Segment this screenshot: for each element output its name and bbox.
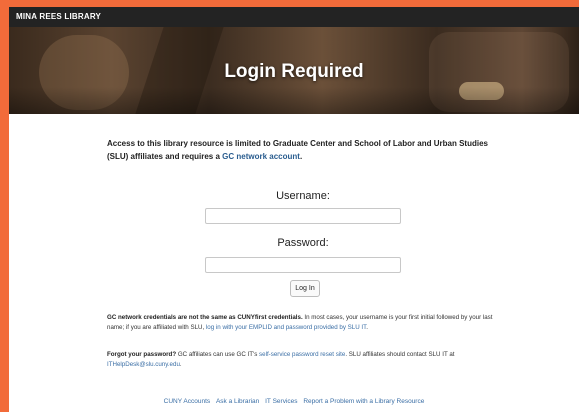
password-reset-link[interactable]: self-service password reset site xyxy=(259,351,345,358)
footer-link-it-services[interactable]: IT Services xyxy=(265,398,297,405)
footer-link-cuny-accounts[interactable]: CUNY Accounts xyxy=(164,398,210,405)
credentials-note-end: . xyxy=(366,323,368,331)
forgot-password-bold: Forgot your password? xyxy=(107,351,177,358)
slu-emplid-link[interactable]: log in with your EMPLID and password pro… xyxy=(206,324,366,331)
login-button[interactable]: Log In xyxy=(290,280,320,297)
access-intro: Access to this library resource is limit… xyxy=(107,137,507,163)
forgot-end: . xyxy=(179,360,182,368)
password-input[interactable] xyxy=(205,257,401,273)
library-brand[interactable]: MINA REES LIBRARY xyxy=(9,7,579,27)
gc-network-account-link[interactable]: GC network account xyxy=(222,152,300,161)
hero-banner: Login Required xyxy=(9,27,579,114)
forgot-text-2: . SLU affiliates should contact SLU IT a… xyxy=(345,351,455,358)
password-label: Password: xyxy=(277,237,329,249)
footer-link-ask-librarian[interactable]: Ask a Librarian xyxy=(216,398,259,405)
forgot-text-1: GC affiliates can use GC IT's xyxy=(176,351,260,358)
page-title: Login Required xyxy=(224,61,364,82)
forgot-password-note: Forgot your password? GC affiliates can … xyxy=(107,350,507,369)
page: MINA REES LIBRARY Login Required Access … xyxy=(9,7,579,412)
username-label: Username: xyxy=(276,190,330,202)
credentials-note: GC network credentials are not the same … xyxy=(107,313,507,332)
slu-helpdesk-email-link[interactable]: ITHelpDesk@slu.cuny.edu xyxy=(107,361,180,368)
footer-link-report-problem[interactable]: Report a Problem with a Library Resource xyxy=(303,398,424,405)
intro-end: . xyxy=(299,152,303,161)
username-input[interactable] xyxy=(205,208,401,224)
credentials-note-bold: GC network credentials are not the same … xyxy=(107,314,303,321)
footer-links: CUNY Accounts Ask a Librarian IT Service… xyxy=(9,398,579,405)
